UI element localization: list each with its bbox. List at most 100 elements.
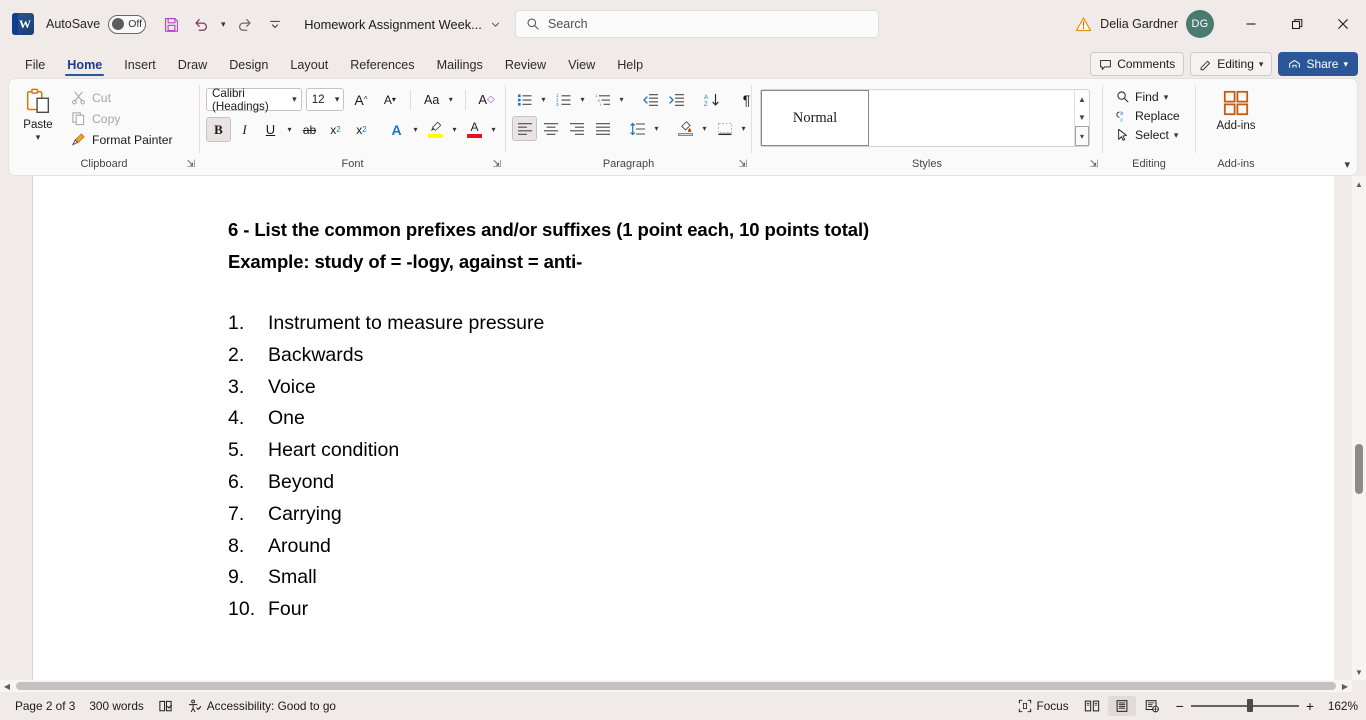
vertical-scrollbar[interactable]: ▲ ▼ [1352, 176, 1366, 680]
horizontal-scrollbar[interactable]: ◀ ▶ [0, 680, 1352, 692]
chevron-down-icon[interactable]: ▾ [36, 133, 41, 142]
avatar[interactable]: DG [1186, 10, 1214, 38]
styles-gallery-scroll[interactable]: ▲ ▼ ▾ [1074, 90, 1089, 146]
styles-gallery[interactable]: Normal ▲ ▼ ▾ [760, 89, 1090, 147]
superscript-button[interactable]: x2 [349, 117, 374, 142]
clipboard-dialog-launcher[interactable]: ⇲ [187, 159, 195, 170]
underline-button[interactable]: U ▾ [258, 117, 296, 142]
share-button[interactable]: Share ▾ [1278, 52, 1358, 76]
user-name[interactable]: Delia Gardner [1100, 17, 1178, 31]
shading-button[interactable]: ▾ [673, 116, 711, 141]
font-color-button[interactable]: A ▾ [462, 117, 500, 142]
document-content[interactable]: 6 - List the common prefixes and/or suff… [33, 176, 1334, 626]
format-painter-button[interactable]: Format Painter [67, 130, 179, 149]
grow-font-icon[interactable]: A ^ [348, 87, 373, 112]
font-size-combo[interactable]: 12 ▾ [305, 88, 345, 111]
autosave-toggle[interactable]: Off [108, 14, 147, 34]
focus-button[interactable]: Focus [1011, 696, 1076, 716]
subscript-button[interactable]: x2 [323, 117, 348, 142]
word-count[interactable]: 300 words [82, 696, 150, 716]
vertical-scroll-thumb[interactable] [1355, 444, 1363, 494]
clear-formatting-icon[interactable]: A ◇ [474, 87, 499, 112]
italic-button[interactable]: I [232, 117, 257, 142]
align-center-icon[interactable] [538, 116, 563, 141]
tab-layout[interactable]: Layout [279, 52, 339, 78]
editing-mode-button[interactable]: Editing ▾ [1190, 52, 1273, 76]
find-button[interactable]: Find ▾ [1111, 88, 1185, 106]
justify-icon[interactable] [590, 116, 615, 141]
highlight-color-button[interactable]: ▾ [423, 117, 461, 142]
bold-button[interactable]: B [206, 117, 231, 142]
tab-insert[interactable]: Insert [113, 52, 167, 78]
web-layout-button[interactable] [1138, 696, 1166, 716]
tab-help[interactable]: Help [606, 52, 654, 78]
close-button[interactable] [1320, 0, 1366, 48]
horizontal-scroll-thumb[interactable] [16, 682, 1336, 690]
line-spacing-button[interactable]: ▾ [625, 116, 663, 141]
bullets-button[interactable]: ▾ [512, 87, 550, 112]
font-name-combo[interactable]: Calibri (Headings) ▾ [206, 87, 302, 113]
zoom-out-button[interactable]: − [1176, 698, 1184, 714]
align-left-icon[interactable] [512, 116, 537, 141]
undo-icon[interactable] [186, 10, 216, 38]
warning-icon[interactable] [1075, 16, 1092, 33]
zoom-track[interactable] [1190, 699, 1299, 713]
text-effects-button[interactable]: A ▾ [384, 117, 422, 142]
zoom-slider[interactable]: − + [1176, 698, 1314, 714]
tab-design[interactable]: Design [218, 52, 279, 78]
restore-button[interactable] [1274, 0, 1320, 48]
undo-dropdown-icon[interactable]: ▾ [216, 10, 230, 38]
shrink-font-icon[interactable]: A ▾ [377, 87, 402, 112]
addins-button[interactable]: Add-ins [1205, 83, 1267, 132]
strikethrough-button[interactable]: ab [297, 117, 322, 142]
paragraph-dialog-launcher[interactable]: ⇲ [739, 159, 747, 170]
borders-button[interactable]: ▾ [712, 116, 750, 141]
font-dialog-launcher[interactable]: ⇲ [493, 159, 501, 170]
select-button[interactable]: Select ▾ [1111, 126, 1185, 144]
styles-more-icon[interactable]: ▾ [1075, 126, 1089, 146]
paste-button[interactable]: Paste ▾ [9, 83, 67, 142]
document-page[interactable]: 6 - List the common prefixes and/or suff… [32, 176, 1334, 680]
comments-button[interactable]: Comments [1090, 52, 1185, 76]
tab-view[interactable]: View [557, 52, 606, 78]
page-indicator[interactable]: Page 2 of 3 [8, 696, 82, 716]
customize-quick-access-toolbar-icon[interactable] [260, 10, 290, 38]
scroll-up-icon[interactable]: ▲ [1355, 176, 1363, 192]
tab-mailings[interactable]: Mailings [426, 52, 494, 78]
scroll-down-icon[interactable]: ▼ [1355, 664, 1363, 680]
zoom-thumb[interactable] [1246, 699, 1253, 713]
tab-file[interactable]: File [14, 52, 56, 78]
change-case-button[interactable]: Aa ▾ [419, 87, 457, 112]
accessibility-status[interactable]: Accessibility: Good to go [180, 696, 343, 717]
minimize-button[interactable] [1228, 0, 1274, 48]
style-item-normal[interactable]: Normal [761, 90, 869, 146]
increase-indent-icon[interactable] [664, 87, 689, 112]
align-right-icon[interactable] [564, 116, 589, 141]
replace-button[interactable]: bc Replace [1111, 107, 1185, 125]
read-mode-button[interactable] [1078, 696, 1106, 716]
decrease-indent-icon[interactable] [638, 87, 663, 112]
styles-scroll-down-icon[interactable]: ▼ [1075, 108, 1089, 126]
accessibility-icon [188, 699, 201, 712]
zoom-in-button[interactable]: + [1306, 698, 1314, 714]
multilevel-list-button[interactable]: 1ai ▾ [590, 87, 628, 112]
tab-draw[interactable]: Draw [167, 52, 218, 78]
zoom-level[interactable]: 162% [1320, 699, 1358, 713]
scroll-left-icon[interactable]: ◀ [0, 682, 14, 691]
proofing-icon[interactable] [151, 696, 180, 717]
tab-review[interactable]: Review [494, 52, 557, 78]
sort-icon[interactable]: AZ [699, 87, 724, 112]
tab-references[interactable]: References [339, 52, 425, 78]
styles-scroll-up-icon[interactable]: ▲ [1075, 90, 1089, 108]
redo-icon[interactable] [230, 10, 260, 38]
scroll-right-icon[interactable]: ▶ [1338, 682, 1352, 691]
status-bar: Page 2 of 3 300 words Accessibility: Goo… [0, 692, 1366, 720]
search-input[interactable]: Search [515, 10, 879, 38]
numbering-button[interactable]: 123 ▾ [551, 87, 589, 112]
save-icon[interactable] [156, 10, 186, 38]
collapse-ribbon-icon[interactable]: ▾ [1344, 158, 1350, 171]
print-layout-button[interactable] [1107, 696, 1136, 716]
document-title-button[interactable]: Homework Assignment Week... [304, 17, 501, 32]
styles-dialog-launcher[interactable]: ⇲ [1090, 159, 1098, 170]
tab-home[interactable]: Home [56, 52, 113, 78]
